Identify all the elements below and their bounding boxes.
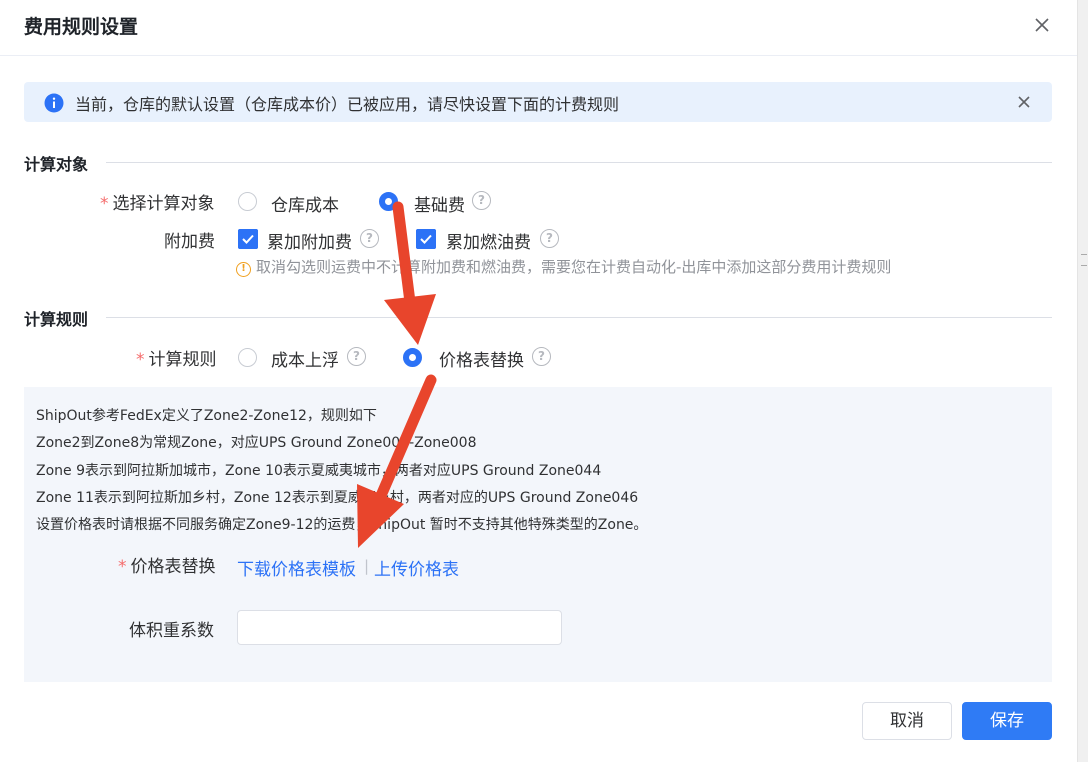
- cancel-button[interactable]: 取消: [862, 702, 952, 740]
- surcharge-label: 附加费: [164, 232, 215, 252]
- required-star: *: [100, 194, 109, 214]
- zone-rule-panel: ShipOut参考FedEx定义了Zone2-Zone12，规则如下 Zone2…: [24, 387, 1052, 682]
- radio-warehouse-cost[interactable]: [238, 192, 257, 211]
- checkbox-surcharge[interactable]: [238, 229, 258, 249]
- download-template-link[interactable]: 下载价格表模板: [237, 555, 356, 580]
- select-target-label: * 选择计算对象: [100, 194, 215, 214]
- volume-factor-input[interactable]: [237, 610, 562, 645]
- radio-base-fee[interactable]: [379, 192, 398, 211]
- close-icon[interactable]: [1031, 14, 1053, 36]
- fee-rule-dialog: 费用规则设置 当前，仓库的默认设置（仓库成本价）已被应用，请尽快设置下面的计费规…: [0, 0, 1077, 762]
- required-star: *: [136, 350, 145, 370]
- help-icon[interactable]: ?: [532, 347, 551, 366]
- option-price-table-replace[interactable]: 价格表替换: [439, 346, 524, 371]
- radio-price-table-replace[interactable]: [403, 348, 422, 367]
- checkbox-surcharge-label[interactable]: 累加附加费: [267, 228, 352, 253]
- save-button[interactable]: 保存: [962, 702, 1052, 740]
- zone-rule-line: 设置价格表时请根据不同服务确定Zone9-12的运费，ShipOut 暂时不支持…: [36, 517, 648, 533]
- option-cost-markup[interactable]: 成本上浮: [271, 346, 339, 371]
- dialog-title: 费用规则设置: [24, 16, 139, 38]
- section-title-calc-rule: 计算规则: [24, 310, 89, 329]
- section-title-calc-target: 计算对象: [24, 155, 89, 174]
- help-icon[interactable]: ?: [540, 229, 559, 248]
- zone-rule-line: Zone 11表示到阿拉斯加乡村，Zone 12表示到夏威夷乡村，两者对应的UP…: [36, 490, 639, 506]
- background-window-edge: [1077, 0, 1088, 762]
- checkbox-fuel-label[interactable]: 累加燃油费: [446, 228, 531, 253]
- zone-rule-line: ShipOut参考FedEx定义了Zone2-Zone12，规则如下: [36, 408, 377, 424]
- surcharge-tip: ! 取消勾选则运费中不计算附加费和燃油费，需要您在计费自动化-出库中添加这部分费用…: [236, 256, 891, 277]
- section-divider: [106, 317, 1052, 318]
- warning-icon: !: [236, 262, 251, 277]
- option-base-fee[interactable]: 基础费: [414, 191, 465, 216]
- price-table-label: * 价格表替换: [118, 557, 216, 577]
- required-star: *: [118, 557, 127, 577]
- link-separator: |: [364, 557, 370, 575]
- zone-rule-line: Zone 9表示到阿拉斯加城市，Zone 10表示夏威夷城市，两者对应UPS G…: [36, 463, 602, 479]
- info-icon: [44, 93, 64, 113]
- background-handle: [1081, 254, 1087, 266]
- help-icon[interactable]: ?: [347, 347, 366, 366]
- help-icon[interactable]: ?: [472, 191, 491, 210]
- help-icon[interactable]: ?: [360, 229, 379, 248]
- alert-message: 当前，仓库的默认设置（仓库成本价）已被应用，请尽快设置下面的计费规则: [75, 95, 620, 114]
- upload-price-table-link[interactable]: 上传价格表: [374, 555, 459, 580]
- radio-cost-markup[interactable]: [238, 348, 257, 367]
- alert-close-icon[interactable]: [1015, 93, 1033, 111]
- info-alert: 当前，仓库的默认设置（仓库成本价）已被应用，请尽快设置下面的计费规则: [24, 82, 1052, 122]
- section-divider: [106, 162, 1052, 163]
- zone-rule-line: Zone2到Zone8为常规Zone，对应UPS Ground Zone002-…: [36, 435, 477, 451]
- option-warehouse-cost[interactable]: 仓库成本: [271, 191, 339, 216]
- checkbox-fuel[interactable]: [416, 229, 436, 249]
- calc-rule-label: * 计算规则: [136, 350, 217, 370]
- dialog-header: 费用规则设置: [0, 0, 1077, 56]
- volume-factor-label: 体积重系数: [129, 621, 214, 641]
